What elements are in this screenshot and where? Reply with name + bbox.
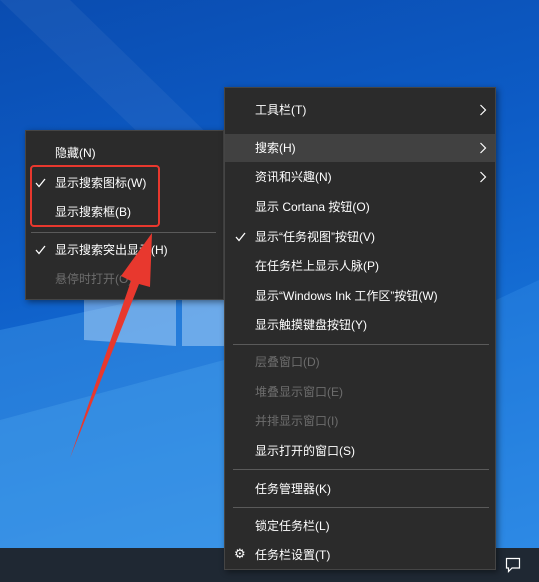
checkmark-icon: [35, 245, 46, 255]
menu-item-label: 显示 Cortana 按钮(O): [255, 200, 370, 214]
menu-item-label: 显示触摸键盘按钮(Y): [255, 318, 367, 332]
menu-item-show-people[interactable]: 在任务栏上显示人脉(P): [225, 252, 495, 280]
menu-separator: [233, 507, 489, 508]
menu-item-show-cortana-button[interactable]: 显示 Cortana 按钮(O): [225, 193, 495, 221]
menu-item-side-by-side-windows: 并排显示窗口(I): [225, 407, 495, 435]
menu-item-open-on-hover: 悬停时打开(O): [26, 265, 223, 293]
menu-item-label: 隐藏(N): [55, 146, 96, 160]
menu-item-show-task-view-button[interactable]: 显示“任务视图”按钮(V): [225, 223, 495, 251]
menu-item-show-windows-ink-button[interactable]: 显示“Windows Ink 工作区”按钮(W): [225, 282, 495, 310]
menu-item-search[interactable]: 搜索(H): [225, 134, 495, 162]
menu-item-label: 搜索(H): [255, 141, 296, 155]
menu-item-label: 悬停时打开(O): [55, 272, 133, 286]
menu-item-label: 显示“任务视图”按钮(V): [255, 230, 375, 244]
menu-item-lock-taskbar[interactable]: 锁定任务栏(L): [225, 512, 495, 540]
menu-item-label: 堆叠显示窗口(E): [255, 385, 343, 399]
menu-item-label: 任务栏设置(T): [255, 548, 331, 562]
gear-icon: ⚙: [234, 547, 246, 562]
menu-separator: [233, 344, 489, 345]
menu-item-show-open-windows[interactable]: 显示打开的窗口(S): [225, 437, 495, 465]
checkmark-icon: [235, 232, 246, 242]
chevron-right-icon: [480, 171, 487, 183]
menu-item-label: 层叠窗口(D): [255, 355, 320, 369]
taskbar-context-menu: 工具栏(T) 搜索(H) 资讯和兴趣(N) 显示 Cortana 按钮(O) 显…: [224, 87, 496, 570]
menu-item-toolbars[interactable]: 工具栏(T): [225, 96, 495, 124]
menu-item-cascade-windows: 层叠窗口(D): [225, 348, 495, 376]
annotation-highlight-box: [30, 165, 160, 227]
menu-item-label: 在任务栏上显示人脉(P): [255, 259, 379, 273]
menu-separator: [31, 232, 216, 233]
chevron-right-icon: [480, 142, 487, 154]
menu-item-show-touch-keyboard-button[interactable]: 显示触摸键盘按钮(Y): [225, 311, 495, 339]
menu-item-label: 显示搜索突出显示(H): [55, 243, 168, 257]
menu-item-news-and-interests[interactable]: 资讯和兴趣(N): [225, 163, 495, 191]
menu-item-show-search-highlights[interactable]: 显示搜索突出显示(H): [26, 236, 223, 264]
menu-separator: [233, 469, 489, 470]
menu-item-label: 任务管理器(K): [255, 482, 331, 496]
menu-item-stack-windows: 堆叠显示窗口(E): [225, 378, 495, 406]
menu-item-taskbar-settings[interactable]: ⚙ 任务栏设置(T): [225, 541, 495, 569]
menu-item-label: 显示“Windows Ink 工作区”按钮(W): [255, 289, 438, 303]
menu-item-label: 工具栏(T): [255, 103, 307, 117]
menu-item-label: 并排显示窗口(I): [255, 414, 339, 428]
action-center-icon[interactable]: [505, 557, 521, 573]
menu-item-task-manager[interactable]: 任务管理器(K): [225, 475, 495, 503]
menu-item-label: 显示打开的窗口(S): [255, 444, 355, 458]
menu-item-label: 资讯和兴趣(N): [255, 170, 332, 184]
menu-item-label: 锁定任务栏(L): [255, 519, 330, 533]
menu-item-hide[interactable]: 隐藏(N): [26, 139, 223, 167]
chevron-right-icon: [480, 104, 487, 116]
